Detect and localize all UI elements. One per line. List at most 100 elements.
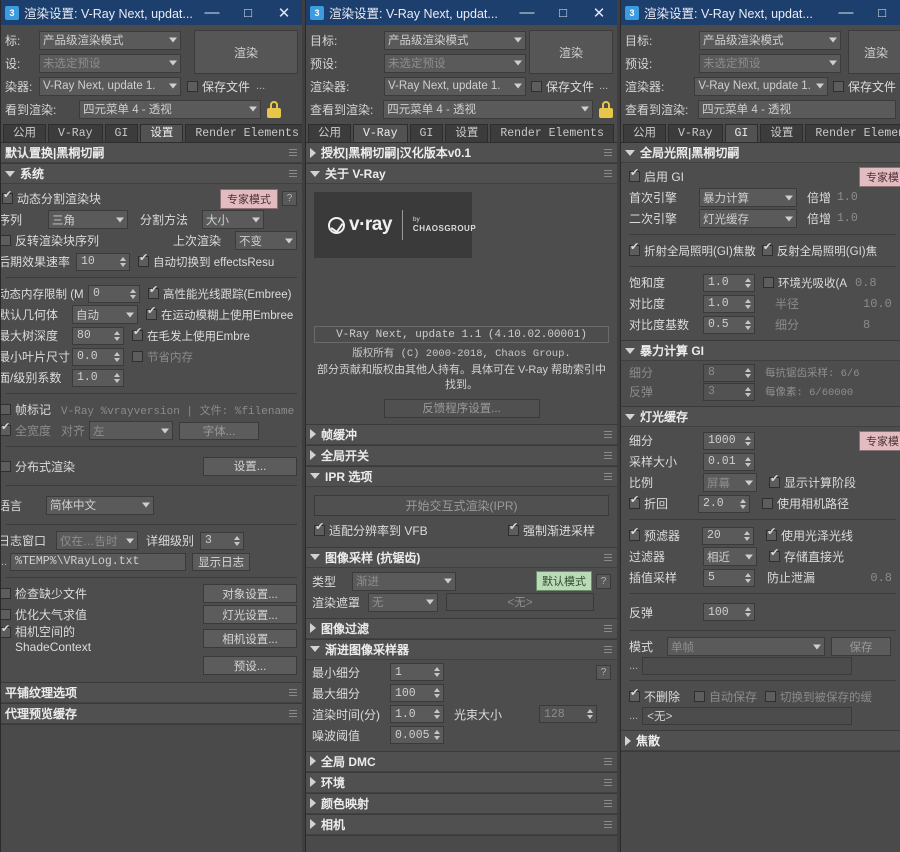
lc-file-field[interactable] — [642, 657, 853, 675]
store-direct-light-checkbox[interactable] — [769, 548, 780, 562]
camera-settings-button[interactable]: 相机设置... — [203, 629, 297, 648]
spinner-up-icon[interactable] — [114, 330, 120, 335]
target-combo[interactable]: 产品级渲染模式 — [384, 30, 526, 50]
lc-interp-spinner[interactable]: 5 — [703, 568, 755, 587]
ambient-occlusion-value[interactable]: 0.8 — [855, 276, 877, 290]
fit-resolution-checkbox[interactable] — [314, 522, 325, 536]
save-file-checkbox[interactable] — [832, 80, 844, 92]
expert-mode-badge[interactable]: 专家模 — [859, 166, 900, 187]
prefilter-checkbox[interactable] — [629, 527, 640, 541]
lc-saved-file-field[interactable]: <无> — [642, 707, 853, 725]
maximize-button[interactable]: □ — [864, 0, 900, 25]
window-1-titlebar[interactable]: 3 渲染设置: V-Ray Next, updat... — □ ✕ — [1, 0, 302, 25]
tab-vray[interactable]: V-Ray — [353, 124, 408, 142]
start-ipr-button[interactable]: 开始交互式渲染(IPR) — [314, 494, 609, 516]
rollout-header[interactable]: 图像采样 (抗锯齿) — [306, 547, 617, 568]
spinner-down-icon[interactable] — [434, 694, 440, 699]
spinner-down-icon[interactable] — [745, 304, 751, 309]
tab-gi[interactable]: GI — [409, 124, 444, 142]
lc-scale-combo[interactable]: 屏幕 — [703, 473, 757, 492]
spinner-up-icon[interactable] — [434, 730, 440, 735]
noise-threshold-spinner[interactable]: 0.005 — [390, 726, 444, 745]
lc-sample-size-spinner[interactable]: 0.01 — [703, 452, 755, 471]
lc-mode-combo[interactable]: 单帧 — [667, 637, 825, 656]
distributed-render-checkbox[interactable] — [1, 460, 11, 472]
auto-save-checkbox[interactable] — [694, 691, 706, 702]
rollout-header[interactable]: IPR 选项 — [306, 466, 617, 487]
sequence-combo[interactable]: 三角 — [48, 210, 128, 229]
spinner-down-icon[interactable] — [740, 504, 746, 509]
spinner-up-icon[interactable] — [114, 351, 120, 356]
view-combo[interactable]: 四元菜单 4 - 透视 — [79, 99, 261, 119]
target-combo[interactable]: 产品级渲染模式 — [39, 30, 181, 50]
render-button[interactable]: 渲染 — [529, 30, 613, 74]
renderer-combo[interactable]: V-Ray Next, update 1. — [694, 76, 828, 96]
minimize-button[interactable]: — — [828, 0, 864, 25]
rollout-header[interactable]: 全局开关 — [306, 445, 617, 466]
auto-switch-checkbox[interactable] — [138, 253, 149, 267]
tab-settings[interactable]: 设置 — [760, 124, 804, 142]
close-button[interactable]: ✕ — [266, 0, 302, 25]
frame-stamp-checkbox[interactable] — [1, 404, 11, 415]
help-icon[interactable]: ? — [596, 664, 611, 680]
lc-save-button[interactable]: 保存 — [831, 637, 891, 656]
window-2-titlebar[interactable]: 3 渲染设置: V-Ray Next, updat... — □ ✕ — [306, 0, 617, 25]
lc-browse-button[interactable]: ... — [629, 660, 638, 672]
rollout-header[interactable]: 焦散 — [621, 731, 900, 751]
spinner-down-icon[interactable] — [434, 673, 440, 678]
spinner-up-icon[interactable] — [745, 607, 751, 611]
optimize-atmosphere-checkbox[interactable] — [1, 609, 11, 620]
save-memory-checkbox[interactable] — [132, 351, 143, 362]
rollout-header[interactable]: 相机 — [306, 814, 617, 835]
contrast-base-spinner[interactable]: 0.5 — [703, 315, 755, 334]
close-button[interactable]: ✕ — [581, 0, 617, 25]
spinner-up-icon[interactable] — [745, 572, 751, 577]
spinner-up-icon[interactable] — [745, 298, 751, 303]
rollout-header[interactable]: 默认置换|黑桐切嗣 — [1, 143, 302, 163]
embree-checkbox[interactable] — [148, 285, 159, 299]
preset-combo[interactable]: 未选定预设 — [39, 53, 181, 73]
render-time-spinner[interactable]: 1.0 — [390, 705, 444, 724]
tab-gi[interactable]: GI — [724, 124, 759, 142]
prefilter-spinner[interactable]: 20 — [702, 526, 754, 545]
preset-combo[interactable]: 未选定预设 — [384, 53, 526, 73]
max-tree-depth-spinner[interactable]: 80 — [72, 326, 124, 345]
spinner-down-icon[interactable] — [120, 262, 126, 267]
renderer-combo[interactable]: V-Ray Next, update 1. — [39, 76, 181, 96]
tab-render-elements[interactable]: Render Elements — [185, 124, 302, 142]
tab-vray[interactable]: V-Ray — [668, 124, 723, 142]
dont-delete-checkbox[interactable] — [629, 688, 640, 702]
tab-settings[interactable]: 设置 — [140, 124, 184, 142]
lock-icon[interactable] — [267, 100, 281, 118]
log-path-field[interactable]: %TEMP%\VRayLog.txt — [10, 552, 187, 571]
spinner-up-icon[interactable] — [740, 498, 746, 503]
spinner-up-icon[interactable] — [745, 456, 751, 461]
verbosity-spinner[interactable]: 3 — [200, 531, 245, 550]
show-calc-phase-checkbox[interactable] — [769, 474, 780, 488]
tab-common[interactable]: 公用 — [308, 124, 351, 142]
log-window-combo[interactable]: 仅在…告时 — [56, 531, 138, 550]
spinner-up-icon[interactable] — [745, 319, 751, 324]
spinner-up-icon[interactable] — [744, 530, 750, 535]
help-icon[interactable]: ? — [282, 191, 297, 206]
enable-gi-checkbox[interactable] — [629, 168, 640, 182]
spinner-down-icon[interactable] — [745, 462, 751, 467]
check-missing-files-checkbox[interactable] — [1, 588, 11, 599]
maximize-button[interactable]: □ — [230, 0, 266, 25]
rollout-header[interactable]: 代理预览缓存 — [1, 704, 302, 724]
primary-multiplier-spinner[interactable]: 1.0 — [835, 189, 883, 207]
rollout-header[interactable]: 平铺纹理选项 — [1, 683, 302, 703]
tab-common[interactable]: 公用 — [623, 124, 666, 142]
spinner-down-icon[interactable] — [745, 578, 751, 583]
minimize-button[interactable]: — — [509, 0, 545, 25]
tab-vray[interactable]: V-Ray — [48, 124, 103, 142]
use-camera-path-checkbox[interactable] — [762, 498, 773, 509]
min-subdiv-spinner[interactable]: 1 — [390, 663, 444, 682]
effects-rate-spinner[interactable]: 10 — [76, 252, 130, 271]
distributed-settings-button[interactable]: 设置... — [203, 456, 297, 476]
spinner-up-icon[interactable] — [120, 256, 126, 261]
switch-saved-checkbox[interactable] — [765, 691, 777, 702]
save-file-browse-button[interactable]: ... — [256, 80, 265, 92]
spinner-up-icon[interactable] — [434, 709, 440, 714]
target-combo[interactable]: 产品级渲染模式 — [699, 30, 841, 50]
